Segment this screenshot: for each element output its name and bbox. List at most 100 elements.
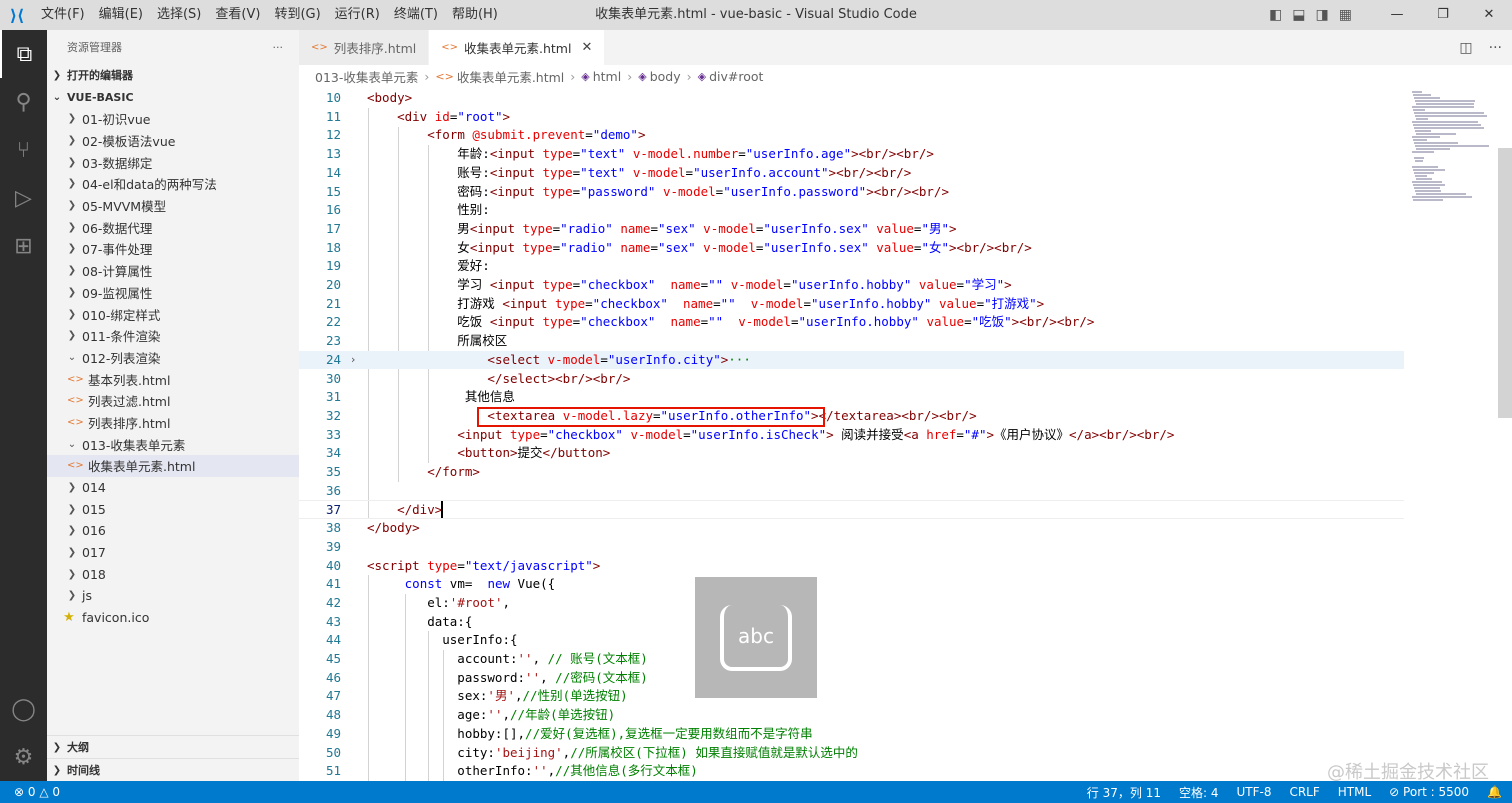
code-line[interactable]: 23 所属校区 [299,332,1404,351]
code-line[interactable]: 51 otherInfo:'',//其他信息(多行文本框) [299,762,1404,781]
tree-file[interactable]: <> 列表排序.html [47,412,299,434]
split-editor-icon[interactable]: ◫ [1459,40,1472,56]
tree-folder[interactable]: ⌄ 013-收集表单元素 [47,433,299,455]
end-of-line[interactable]: CRLF [1289,785,1319,799]
code-line[interactable]: 43 data:{ [299,613,1404,632]
tree-file[interactable]: <> 基本列表.html [47,368,299,390]
tree-folder[interactable]: ❯ 016 [47,520,299,542]
source-control-icon[interactable]: ⑂ [0,126,47,174]
code-editor[interactable]: 10 <body> 11 <div id="root"> 12 <form @subm… [299,89,1512,781]
code-line[interactable]: 44 userInfo:{ [299,631,1404,650]
code-line[interactable]: 35 </form> [299,463,1404,482]
code-line[interactable]: 11 <div id="root"> [299,108,1404,127]
code-line[interactable]: 37 </div> [299,500,1404,520]
code-line[interactable]: 21 打游戏 <input type="checkbox" name="" v-… [299,295,1404,314]
code-line[interactable]: 30 </select><br/><br/> [299,370,1404,389]
tab-collect-form[interactable]: <> 收集表单元素.html ✕ [429,30,606,65]
tree-folder[interactable]: ❯ 014 [47,477,299,499]
toggle-panel-icon[interactable]: ⬓ [1292,7,1305,23]
close-tab-icon[interactable]: ✕ [581,40,592,55]
outline-section[interactable]: ❯ 大纲 [47,735,299,758]
indentation[interactable]: 空格: 4 [1179,784,1219,801]
code-line[interactable]: 22 吃饭 <input type="checkbox" name="" v-m… [299,313,1404,332]
minimize-icon[interactable]: — [1374,0,1420,30]
tree-file[interactable]: <> 收集表单元素.html [47,455,299,477]
open-editors-section[interactable]: ❯ 打开的编辑器 [47,64,299,86]
code-line[interactable]: 45 account:'', // 账号(文本框) [299,650,1404,669]
menu-go[interactable]: 转到(G) [267,0,327,30]
editor-more-icon[interactable]: ··· [1489,40,1502,56]
code-line[interactable]: 19 爱好: [299,257,1404,276]
menu-edit[interactable]: 编辑(E) [92,0,150,30]
menu-help[interactable]: 帮助(H) [445,0,505,30]
notifications-bell-icon[interactable]: 🔔 [1487,785,1502,799]
tree-folder[interactable]: ❯ 05-MVVM模型 [47,195,299,217]
breadcrumb-div-root[interactable]: div#root [709,69,763,84]
code-line[interactable]: 39 [299,538,1404,557]
code-line[interactable]: 41 const vm= new Vue({ [299,575,1404,594]
tree-folder[interactable]: ❯ 015 [47,498,299,520]
more-actions-icon[interactable]: ··· [273,41,284,54]
tree-folder[interactable]: ⌄ 012-列表渲染 [47,347,299,369]
problems-indicator[interactable]: ⊗ 0 △ 0 [0,785,60,799]
tree-folder[interactable]: ❯ js [47,585,299,607]
account-icon[interactable]: ◯ [0,685,47,733]
code-line[interactable]: 17 男<input type="radio" name="sex" v-mod… [299,220,1404,239]
code-line[interactable]: 10 <body> [299,89,1404,108]
tree-file[interactable]: <> 列表过滤.html [47,390,299,412]
code-line[interactable]: 18 女<input type="radio" name="sex" v-mod… [299,239,1404,258]
toggle-sidebar-icon[interactable]: ◧ [1269,7,1282,23]
tree-folder[interactable]: ❯ 07-事件处理 [47,238,299,260]
tree-folder[interactable]: ❯ 06-数据代理 [47,216,299,238]
extensions-icon[interactable]: ⊞ [0,222,47,270]
breadcrumb-file[interactable]: 收集表单元素.html [457,67,564,86]
code-line[interactable]: 33 <input type="checkbox" v-model="userI… [299,426,1404,445]
vertical-scrollbar[interactable] [1498,148,1512,418]
code-line[interactable]: 42 el:'#root', [299,594,1404,613]
code-line[interactable]: 36 [299,482,1404,501]
explorer-icon[interactable]: ⧉ [0,30,47,78]
code-line[interactable]: 13 年龄:<input type="text" v-model.number=… [299,145,1404,164]
breadcrumb-html[interactable]: html [593,69,621,84]
code-line[interactable]: 49 hobby:[],//爱好(复选框),复选框一定要用数组而不是字符串 [299,725,1404,744]
tree-folder[interactable]: ❯ 01-初识vue [47,108,299,130]
menu-selection[interactable]: 选择(S) [150,0,208,30]
cursor-position[interactable]: 行 37，列 11 [1087,784,1161,801]
code-line[interactable]: 14 账号:<input type="text" v-model="userIn… [299,164,1404,183]
tree-folder[interactable]: ❯ 017 [47,542,299,564]
minimap[interactable] [1404,89,1498,209]
code-line[interactable]: 32 <textarea v-model.lazy="userInfo.othe… [299,407,1404,426]
code-line[interactable]: 50 city:'beijing',//所属校区(下拉框) 如果直接赋值就是默认… [299,744,1404,763]
toggle-secondary-sidebar-icon[interactable]: ◨ [1316,7,1329,23]
settings-gear-icon[interactable]: ⚙ [0,733,47,781]
code-line[interactable]: 47 sex:'男',//性别(单选按钮) [299,687,1404,706]
project-section[interactable]: ⌄ VUE-BASIC [47,86,299,108]
menu-file[interactable]: 文件(F) [34,0,92,30]
menu-run[interactable]: 运行(R) [328,0,387,30]
tree-folder[interactable]: ❯ 011-条件渲染 [47,325,299,347]
breadcrumb-body[interactable]: body [650,69,681,84]
tree-folder[interactable]: ❯ 09-监视属性 [47,282,299,304]
customize-layout-icon[interactable]: ▦ [1339,7,1352,23]
tree-folder[interactable]: ❯ 010-绑定样式 [47,303,299,325]
code-line[interactable]: 20 学习 <input type="checkbox" name="" v-m… [299,276,1404,295]
run-debug-icon[interactable]: ▷ [0,174,47,222]
code-line[interactable]: 24 › <select v-model="userInfo.city">··· [299,350,1404,370]
code-line[interactable]: 31 其他信息 [299,388,1404,407]
code-line[interactable]: 38 </body> [299,519,1404,538]
close-window-icon[interactable]: ✕ [1466,0,1512,30]
tree-folder[interactable]: ❯ 04-el和data的两种写法 [47,173,299,195]
code-line[interactable]: 12 <form @submit.prevent="demo"> [299,126,1404,145]
code-line[interactable]: 46 password:'', //密码(文本框) [299,669,1404,688]
tree-folder[interactable]: ❯ 03-数据绑定 [47,151,299,173]
code-line[interactable]: 48 age:'',//年龄(单选按钮) [299,706,1404,725]
tree-folder[interactable]: ❯ 08-计算属性 [47,260,299,282]
code-line[interactable]: 34 <button>提交</button> [299,444,1404,463]
breadcrumb-folder[interactable]: 013-收集表单元素 [315,67,418,86]
tab-list-sort[interactable]: <> 列表排序.html [299,30,430,65]
code-line[interactable]: 16 性别: [299,201,1404,220]
search-icon[interactable]: ⚲ [0,78,47,126]
code-line[interactable]: 40 <script type="text/javascript"> [299,557,1404,576]
fold-chevron-icon[interactable]: › [351,351,355,370]
tree-folder[interactable]: ❯ 018 [47,563,299,585]
